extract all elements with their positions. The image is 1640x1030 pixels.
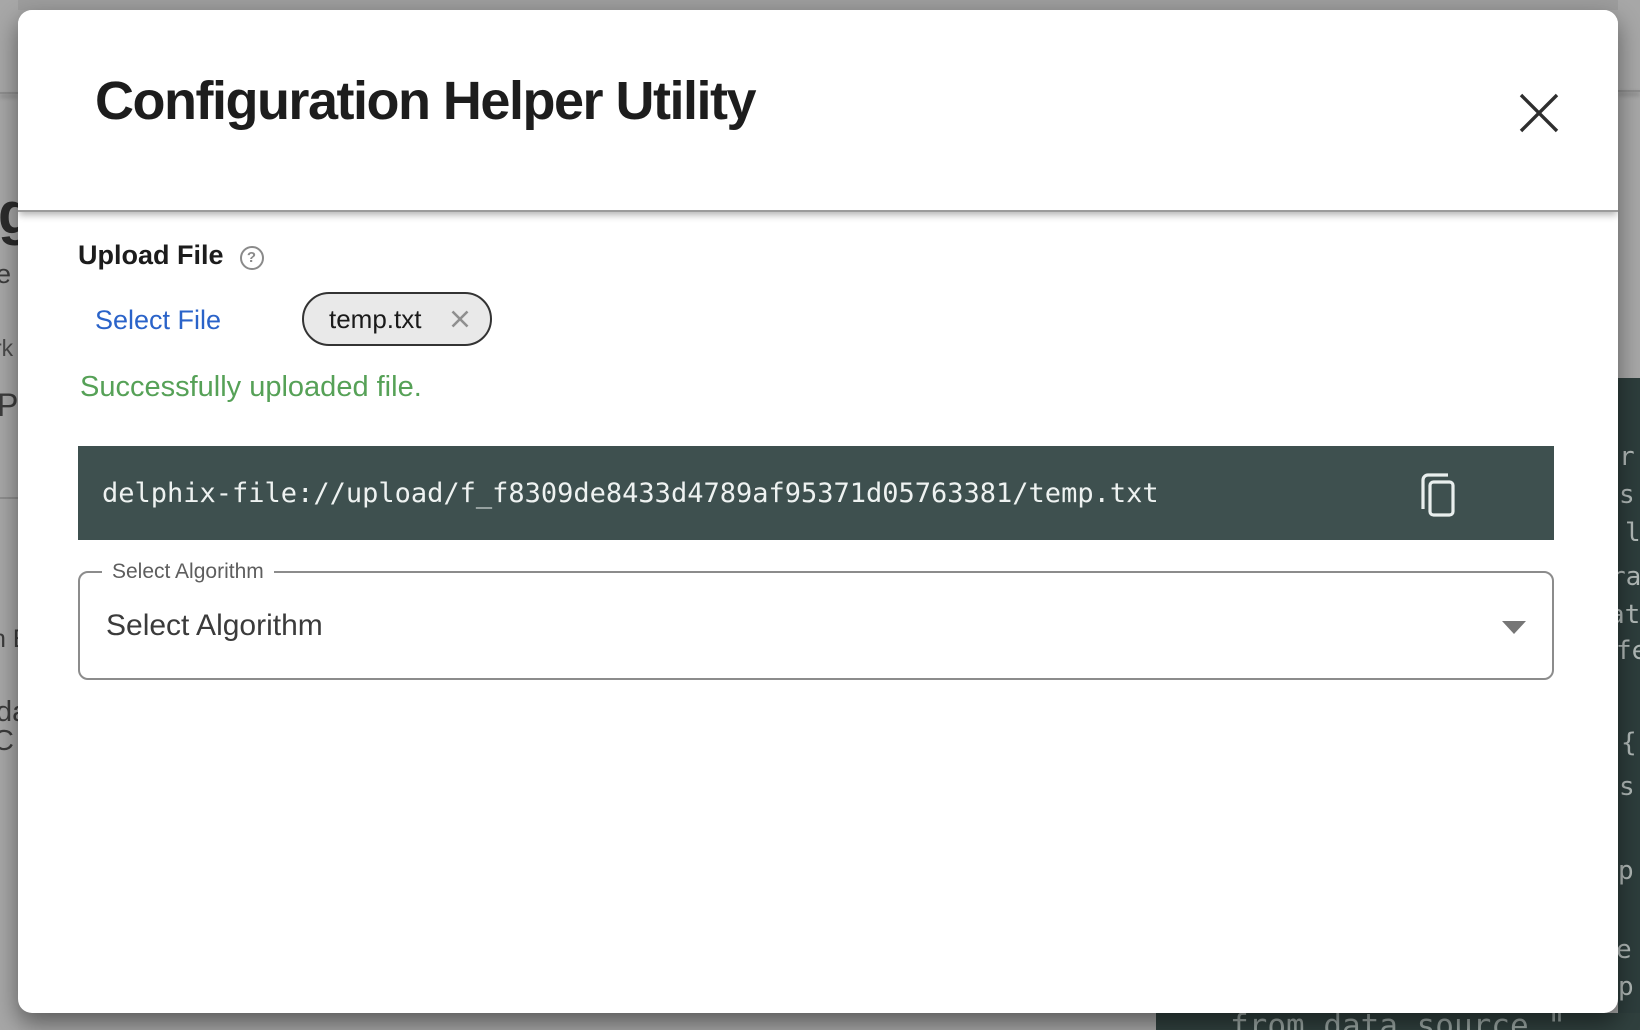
copy-icon — [1418, 471, 1458, 519]
background-divider — [1618, 90, 1640, 92]
upload-file-row: Upload File ? — [78, 240, 264, 271]
copy-url-button[interactable] — [1418, 471, 1458, 519]
background-code-fragment: at — [1618, 602, 1640, 628]
background-code-fragment: p — [1618, 974, 1634, 1000]
dialog-title: Configuration Helper Utility — [95, 72, 755, 131]
chip-remove-icon — [446, 305, 474, 333]
background-code-fragment: r — [1619, 444, 1635, 470]
help-icon[interactable]: ? — [240, 246, 264, 270]
chip-filename: temp.txt — [329, 304, 446, 335]
background-code-fragment: p — [1618, 858, 1634, 884]
uploaded-file-chip[interactable]: temp.txt — [302, 292, 492, 346]
chip-remove-button[interactable] — [446, 305, 474, 333]
file-url-text: delphix-file://upload/f_f8309de8433d4789… — [102, 478, 1454, 509]
background-code-panel: r s l ra at fe { s p e p — [1618, 378, 1640, 1030]
background-text-fragment: da — [0, 698, 18, 727]
close-icon — [1519, 93, 1559, 133]
background-text-fragment: e t — [0, 261, 18, 288]
background-code-fragment: s — [1619, 774, 1635, 800]
algorithm-select-label: Select Algorithm — [102, 559, 274, 584]
file-url-bar: delphix-file://upload/f_f8309de8433d4789… — [78, 446, 1554, 540]
background-text-fragment: gu — [0, 185, 18, 243]
background-text-fragment: C — [0, 727, 14, 756]
background-code-fragment: e — [1618, 937, 1632, 963]
background-code-fragment: from data source " — [1230, 1013, 1566, 1030]
dialog-header: Configuration Helper Utility — [18, 10, 1618, 212]
background-text-fragment: PI — [0, 389, 18, 421]
background-code-fragment: s — [1619, 482, 1635, 508]
chevron-down-icon — [1502, 621, 1526, 634]
background-text-fragment: n E — [0, 627, 18, 652]
background-code-fragment: l — [1625, 520, 1640, 546]
select-file-link[interactable]: Select File — [95, 305, 221, 336]
close-button[interactable] — [1516, 90, 1562, 136]
configuration-helper-dialog: Configuration Helper Utility Upload File… — [18, 10, 1618, 1013]
backdrop-top-strip — [0, 0, 1640, 10]
background-code-fragment: fe — [1618, 638, 1640, 664]
background-text-fragment: rk — [0, 337, 13, 360]
background-divider — [0, 497, 18, 499]
algorithm-select-value: Select Algorithm — [106, 609, 323, 643]
upload-file-label: Upload File — [78, 240, 224, 271]
background-divider — [0, 92, 18, 94]
algorithm-select[interactable]: Select Algorithm Select Algorithm — [78, 571, 1554, 680]
background-page-left-edge: gu e t rk PI n E da C — [0, 0, 18, 1030]
background-code-panel-bottom: from data source " — [1156, 1013, 1640, 1030]
background-page-right-edge — [1618, 0, 1640, 378]
background-code-fragment: { — [1621, 730, 1637, 756]
background-code-fragment: ra — [1618, 564, 1640, 590]
upload-success-message: Successfully uploaded file. — [80, 371, 422, 404]
